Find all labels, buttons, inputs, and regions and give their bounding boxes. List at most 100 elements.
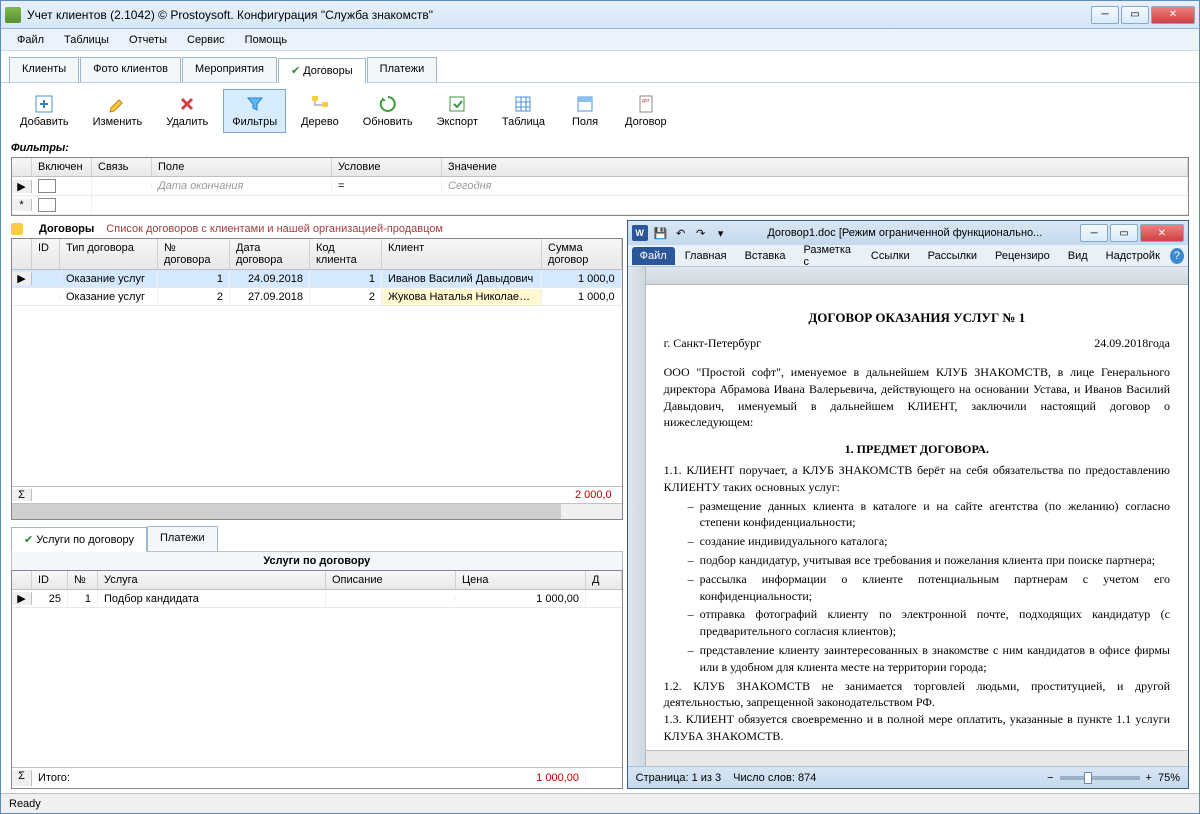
toolbar-delete-button[interactable]: Удалить xyxy=(157,89,217,133)
row-indicator-icon: ▶ xyxy=(12,592,32,605)
contracts-header: ID Тип договора № договора Дата договора… xyxy=(12,239,622,270)
word-app-icon: W xyxy=(632,225,648,241)
help-icon[interactable]: ? xyxy=(1170,248,1184,264)
contract-row[interactable]: ▶Оказание услуг124.09.20181Иванов Васили… xyxy=(12,270,622,288)
main-tabs: Клиенты Фото клиентов Мероприятия ✔Догов… xyxy=(1,51,1199,82)
svg-text:дог: дог xyxy=(642,98,650,104)
filters-section: Фильтры: Включен Связь Поле Условие Знач… xyxy=(11,139,1189,216)
word-ribbon: Файл Главная Вставка Разметка с Ссылки Р… xyxy=(628,245,1188,267)
services-title: Услуги по договору xyxy=(11,551,623,570)
contracts-title: Договоры xyxy=(39,223,94,235)
window-controls: ─ ▭ ✕ xyxy=(1091,6,1195,24)
word-scrollbar-horizontal[interactable] xyxy=(646,750,1188,766)
minimize-button[interactable]: ─ xyxy=(1091,6,1119,24)
ruler-vertical[interactable] xyxy=(628,267,646,766)
word-statusbar: Страница: 1 из 3 Число слов: 874 − + 75% xyxy=(628,766,1188,788)
ribbon-tab-references[interactable]: Ссылки xyxy=(863,247,918,265)
filter-enabled-checkbox[interactable] xyxy=(38,179,56,193)
check-icon: ✔ xyxy=(24,534,33,546)
contracts-body: ▶Оказание услуг124.09.20181Иванов Васили… xyxy=(12,270,622,486)
word-document[interactable]: ДОГОВОР ОКАЗАНИЯ УСЛУГ № 1 г. Санкт-Пете… xyxy=(646,285,1188,750)
doc-p-12: 1.2. КЛУБ ЗНАКОМСТВ не занимается торгов… xyxy=(664,678,1170,712)
menu-tables[interactable]: Таблицы xyxy=(56,32,117,48)
word-maximize-button[interactable]: ▭ xyxy=(1110,224,1138,242)
undo-icon[interactable]: ↶ xyxy=(672,224,690,242)
save-icon[interactable]: 💾 xyxy=(652,224,670,242)
ribbon-tab-file[interactable]: Файл xyxy=(632,247,675,265)
filter-icon xyxy=(245,94,265,114)
toolbar-export-button[interactable]: Экспорт xyxy=(428,89,487,133)
qat-dropdown-icon[interactable]: ▾ xyxy=(712,224,730,242)
fields-icon xyxy=(575,94,595,114)
edit-icon xyxy=(107,94,127,114)
row-indicator-icon: ▶ xyxy=(12,180,32,193)
sub-tab-services[interactable]: ✔Услуги по договору xyxy=(11,527,147,552)
toolbar-table-button[interactable]: Таблица xyxy=(493,89,554,133)
sigma-icon: Σ xyxy=(12,770,32,786)
ribbon-tab-home[interactable]: Главная xyxy=(677,247,735,265)
maximize-button[interactable]: ▭ xyxy=(1121,6,1149,24)
doc-p-13: 1.3. КЛИЕНТ обязуется своевременно и в п… xyxy=(664,711,1170,745)
menu-reports[interactable]: Отчеты xyxy=(121,32,175,48)
ribbon-tab-mailings[interactable]: Рассылки xyxy=(920,247,985,265)
tab-payments[interactable]: Платежи xyxy=(367,57,438,82)
close-button[interactable]: ✕ xyxy=(1151,6,1195,24)
content-area: Фильтры: Включен Связь Поле Условие Знач… xyxy=(1,139,1199,793)
contract-row[interactable]: Оказание услуг227.09.20182Жукова Наталья… xyxy=(12,288,622,306)
filter-enabled-checkbox[interactable] xyxy=(38,198,56,212)
zoom-level[interactable]: 75% xyxy=(1158,772,1180,784)
word-close-button[interactable]: ✕ xyxy=(1140,224,1184,242)
ribbon-tab-addins[interactable]: Надстройк xyxy=(1098,247,1168,265)
ruler-horizontal[interactable] xyxy=(646,267,1188,285)
toolbar-add-button[interactable]: Добавить xyxy=(11,89,78,133)
menu-service[interactable]: Сервис xyxy=(179,32,233,48)
delete-icon xyxy=(177,94,197,114)
word-quick-access: 💾 ↶ ↷ ▾ xyxy=(652,224,730,242)
toolbar-fields-button[interactable]: Поля xyxy=(560,89,610,133)
filters-grid: Включен Связь Поле Условие Значение ▶ Да… xyxy=(11,157,1189,216)
menu-file[interactable]: Файл xyxy=(9,32,52,48)
services-body: ▶ 25 1 Подбор кандидата 1 000,00 xyxy=(12,590,622,767)
ribbon-tab-insert[interactable]: Вставка xyxy=(737,247,794,265)
ribbon-tab-view[interactable]: Вид xyxy=(1060,247,1096,265)
table-icon xyxy=(513,94,533,114)
toolbar-edit-button[interactable]: Изменить xyxy=(84,89,152,133)
word-wordcount[interactable]: Число слов: 874 xyxy=(733,772,816,784)
toolbar-refresh-button[interactable]: Обновить xyxy=(354,89,422,133)
word-page-status[interactable]: Страница: 1 из 3 xyxy=(636,772,722,784)
sub-tabs: ✔Услуги по договору Платежи xyxy=(11,526,623,551)
doc-city: г. Санкт-Петербург xyxy=(664,335,761,352)
services-grid: ID № Услуга Описание Цена Д ▶ 25 1 Подбо… xyxy=(11,570,623,789)
folder-icon xyxy=(11,223,23,235)
menu-help[interactable]: Помощь xyxy=(237,32,296,48)
tab-events[interactable]: Мероприятия xyxy=(182,57,277,82)
toolbar-doc-button[interactable]: догДоговор xyxy=(616,89,676,133)
filter-row[interactable]: ▶ Дата окончания = Сегодня xyxy=(12,177,1188,196)
sub-tab-payments[interactable]: Платежи xyxy=(147,526,218,551)
filter-new-row[interactable]: * xyxy=(12,196,1188,215)
toolbar-tree-button[interactable]: Дерево xyxy=(292,89,348,133)
tab-clients[interactable]: Клиенты xyxy=(9,57,79,82)
left-pane: Договоры Список договоров с клиентами и … xyxy=(11,220,623,789)
services-total: 1 000,00 xyxy=(456,770,586,786)
zoom-slider[interactable] xyxy=(1060,776,1140,780)
tab-contracts[interactable]: ✔Договоры xyxy=(278,58,366,83)
titlebar: Учет клиентов (2.1042) © Prostoysoft. Ко… xyxy=(1,1,1199,29)
zoom-out-icon[interactable]: − xyxy=(1047,772,1053,784)
sigma-icon: Σ xyxy=(12,489,32,501)
zoom-in-icon[interactable]: + xyxy=(1146,772,1152,784)
refresh-icon xyxy=(378,94,398,114)
tab-photos[interactable]: Фото клиентов xyxy=(80,57,181,82)
ribbon-tab-review[interactable]: Рецензиро xyxy=(987,247,1058,265)
contracts-total: 2 000,0 xyxy=(575,489,622,501)
word-minimize-button[interactable]: ─ xyxy=(1080,224,1108,242)
toolbar-filter-button[interactable]: Фильтры xyxy=(223,89,286,133)
scrollbar-horizontal[interactable] xyxy=(12,503,622,519)
doc-intro: ООО "Простой софт", именуемое в дальнейш… xyxy=(664,364,1170,431)
service-row[interactable]: ▶ 25 1 Подбор кандидата 1 000,00 xyxy=(12,590,622,608)
ribbon-tab-layout[interactable]: Разметка с xyxy=(795,241,860,271)
redo-icon[interactable]: ↷ xyxy=(692,224,710,242)
doc-section-1: 1. ПРЕДМЕТ ДОГОВОРА. xyxy=(664,441,1170,458)
doc-date: 24.09.2018года xyxy=(1094,335,1170,352)
doc-p-11: 1.1. КЛИЕНТ поручает, а КЛУБ ЗНАКОМСТВ б… xyxy=(664,462,1170,496)
